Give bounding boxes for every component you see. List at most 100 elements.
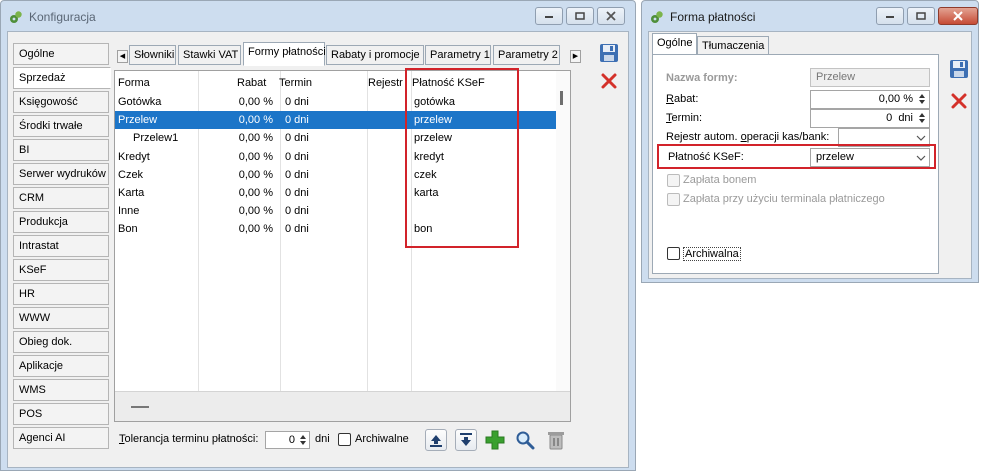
close-icon — [606, 11, 616, 21]
tab-tlumaczenia[interactable]: Tłumaczenia — [697, 36, 770, 55]
nav-item-5[interactable]: BI — [13, 139, 109, 161]
tolerance-input[interactable]: 0 — [265, 431, 310, 449]
spin-arrows-icon[interactable] — [917, 111, 927, 125]
minimize-button[interactable] — [535, 7, 563, 25]
cell-forma: Kredyt — [118, 150, 150, 163]
nav-item-1[interactable]: Ogólne — [13, 43, 109, 65]
column-header-rabat[interactable]: Rabat — [237, 77, 266, 89]
preview-icon[interactable] — [515, 430, 535, 450]
config-window-title: Konfiguracja — [29, 10, 96, 24]
column-header-termin[interactable]: Termin — [279, 77, 312, 89]
ksef-combo[interactable]: przelew — [810, 148, 930, 167]
import-button[interactable] — [425, 429, 447, 451]
close-button[interactable] — [597, 7, 625, 25]
nav-item-15[interactable]: WMS — [13, 379, 109, 401]
cell-forma: Gotówka — [118, 96, 162, 108]
cell-termin: 0 dni — [285, 96, 309, 108]
cell-rabat: 0,00 % — [238, 205, 273, 218]
nav-item-4[interactable]: Środki trwałe — [13, 115, 109, 137]
cell-rabat: 0,00 % — [238, 114, 273, 127]
nav-item-2[interactable]: Sprzedaż — [13, 67, 111, 89]
nav-item-14[interactable]: Aplikacje — [13, 355, 109, 377]
delete-icon[interactable] — [546, 430, 566, 450]
ksef-column-highlight — [405, 68, 519, 248]
app-gear-icon — [651, 11, 663, 23]
spin-arrows-icon[interactable] — [298, 433, 308, 447]
name-field: Przelew — [810, 68, 930, 87]
terminal-checkbox — [667, 193, 680, 206]
tab-2[interactable]: Stawki VAT — [178, 45, 241, 65]
termin-field[interactable]: 0 dni — [810, 109, 930, 128]
column-header-forma[interactable]: Forma — [118, 77, 150, 89]
cell-termin: 0 dni — [285, 223, 309, 236]
archive-label[interactable]: Archiwalna — [683, 247, 741, 261]
cell-forma: Przelew — [118, 114, 158, 127]
rejestr-label: Rejestr autom. operacji kas/bank: — [666, 131, 830, 143]
bon-checkbox — [667, 174, 680, 187]
save-icon[interactable] — [599, 43, 619, 63]
tab-6[interactable]: Parametry 2 — [493, 45, 560, 65]
export-button[interactable] — [455, 429, 477, 451]
nav-item-16[interactable]: POS — [13, 403, 109, 425]
dialog-close-button[interactable] — [938, 7, 978, 25]
nav-item-17[interactable]: Agenci AI — [13, 427, 109, 449]
nav-item-12[interactable]: WWW — [13, 307, 109, 329]
grid-vertical-scrollbar[interactable] — [556, 71, 570, 393]
payment-dialog-titlebar[interactable]: Forma płatności — [642, 1, 978, 31]
cell-rabat: 0,00 % — [238, 168, 273, 181]
cell-forma: Bon — [118, 223, 138, 236]
tab-ogolne[interactable]: Ogólne — [652, 33, 698, 55]
dialog-minimize-button[interactable] — [876, 7, 904, 25]
cancel-icon[interactable] — [949, 91, 969, 111]
dialog-maximize-button[interactable] — [907, 7, 935, 25]
config-nav: Ogólne Sprzedaż Księgowość Środki trwałe BI S… — [13, 43, 111, 451]
terminal-label: Zapłata przy użyciu terminala płatniczeg… — [683, 193, 885, 205]
horizontal-scroll-thumb[interactable] — [131, 406, 149, 408]
tab-1[interactable]: Słowniki — [129, 45, 176, 65]
column-header-rejestr[interactable]: Rejestr — [368, 77, 403, 89]
close-icon — [953, 11, 963, 21]
archive-checkbox[interactable] — [338, 433, 351, 446]
tab-scroll-right[interactable]: ▶ — [570, 50, 581, 63]
tab-5[interactable]: Parametry 1 — [425, 45, 491, 65]
nav-item-7[interactable]: CRM — [13, 187, 109, 209]
tab-3[interactable]: Formy płatności — [243, 42, 326, 66]
nav-item-9[interactable]: Intrastat — [13, 235, 109, 257]
cell-termin: 0 dni — [285, 205, 309, 218]
cell-termin: 0 dni — [285, 132, 309, 145]
nav-item-11[interactable]: HR — [13, 283, 109, 305]
termin-value: 0 — [886, 112, 893, 124]
tab-scroll-left[interactable]: ◀ — [117, 50, 128, 63]
spin-arrows-icon[interactable] — [917, 92, 927, 106]
cancel-icon[interactable] — [599, 71, 619, 91]
nav-item-8[interactable]: Produkcja — [13, 211, 109, 233]
maximize-button[interactable] — [566, 7, 594, 25]
bon-label: Zapłata bonem — [683, 174, 757, 186]
nav-item-13[interactable]: Obieg dok. — [13, 331, 109, 353]
ksef-label: Płatność KSeF: — [668, 151, 744, 163]
grid-horizontal-scrollbar[interactable] — [115, 391, 570, 421]
cell-termin: 0 dni — [285, 114, 309, 127]
cell-forma: Czek — [118, 168, 144, 181]
save-icon[interactable] — [949, 59, 969, 79]
rabat-field[interactable]: 0,00 % — [810, 90, 930, 109]
termin-label: Termin: — [666, 112, 703, 124]
tab-4[interactable]: Rabaty i promocje — [326, 45, 424, 65]
cell-rabat: 0,00 % — [238, 96, 273, 108]
nav-item-10[interactable]: KSeF — [13, 259, 109, 281]
nav-item-3[interactable]: Księgowość — [13, 91, 109, 113]
add-icon[interactable] — [485, 430, 505, 450]
tolerance-unit: dni — [315, 433, 330, 445]
nav-item-6[interactable]: Serwer wydruków — [13, 163, 109, 185]
archive-checkbox[interactable] — [667, 247, 680, 260]
config-titlebar[interactable]: Konfiguracja — [1, 1, 635, 31]
chevron-down-icon[interactable] — [913, 149, 929, 166]
cell-forma: Przelew1 — [133, 132, 179, 145]
payment-dialog-title: Forma płatności — [670, 10, 756, 24]
app-gear-icon — [10, 11, 22, 23]
vertical-scroll-thumb[interactable] — [560, 91, 563, 105]
archive-label[interactable]: Archiwalne — [355, 433, 409, 445]
cell-rabat: 0,00 % — [238, 223, 273, 236]
config-window: Konfiguracja Ogólne Sprzedaż Księgowość Śro… — [0, 0, 636, 471]
tolerance-label: Tolerancja terminu płatności: — [119, 433, 259, 445]
